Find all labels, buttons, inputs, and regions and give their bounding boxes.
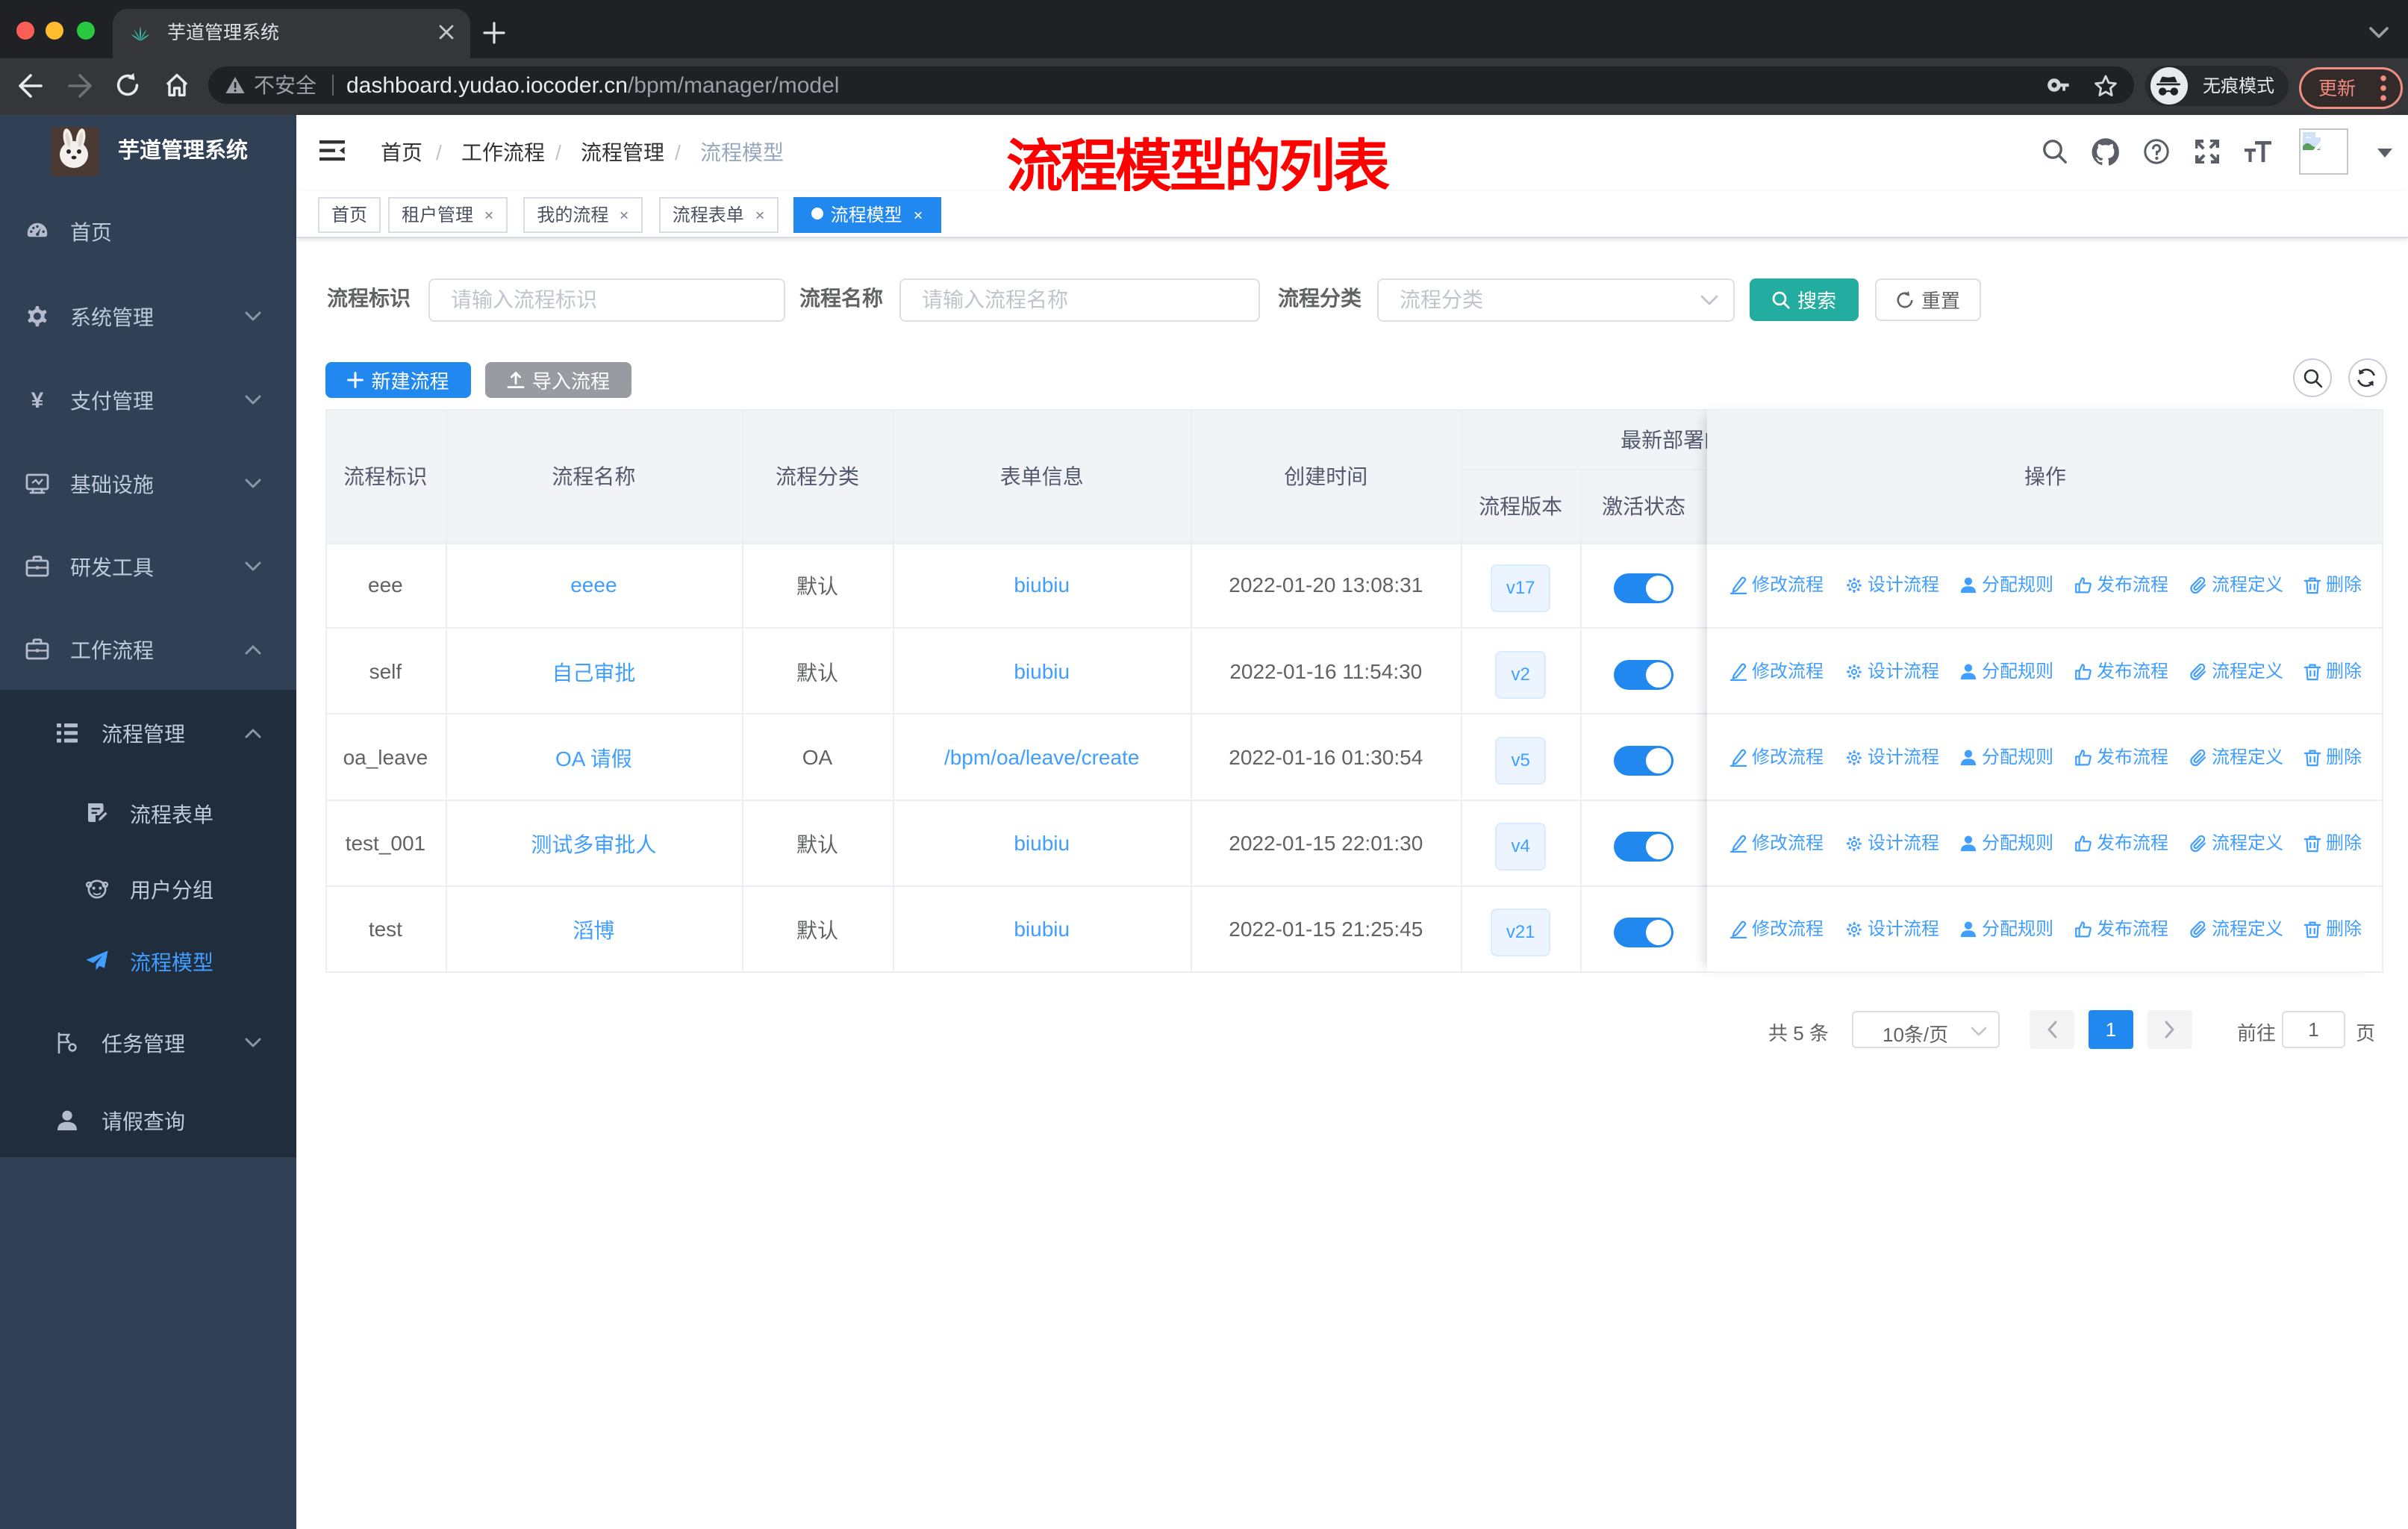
svg-text:¥: ¥: [31, 388, 44, 412]
